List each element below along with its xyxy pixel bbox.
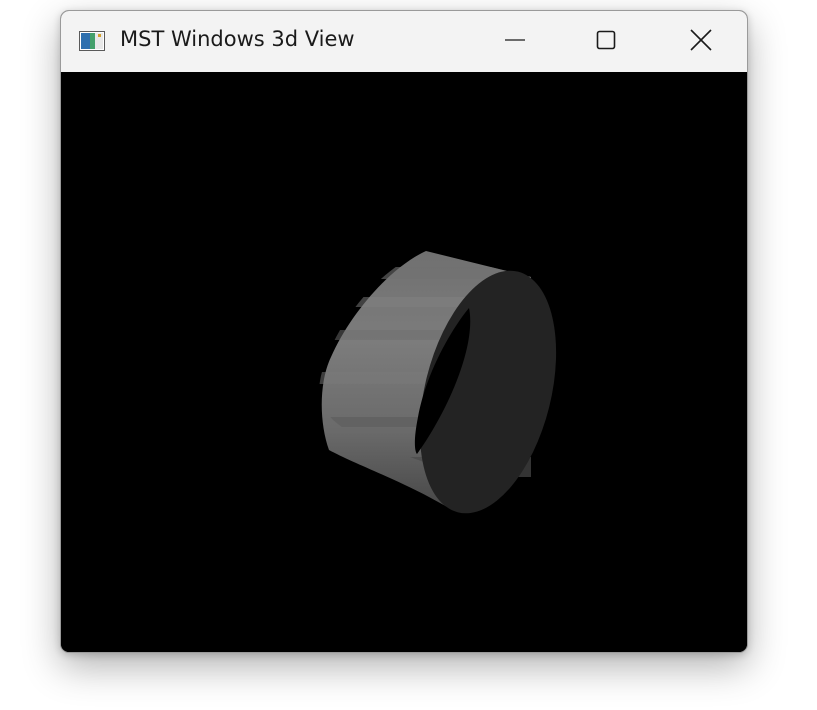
window-title: MST Windows 3d View bbox=[120, 27, 355, 51]
maximize-icon bbox=[596, 30, 616, 54]
3d-viewport[interactable] bbox=[61, 72, 747, 652]
desktop: MST Windows 3d View bbox=[0, 0, 817, 710]
app-window: MST Windows 3d View bbox=[60, 10, 748, 653]
minimize-button[interactable] bbox=[467, 11, 563, 72]
scene-canvas bbox=[319, 251, 557, 514]
app-window-icon bbox=[79, 31, 105, 51]
title-bar[interactable]: MST Windows 3d View bbox=[61, 11, 747, 72]
maximize-button[interactable] bbox=[558, 11, 654, 72]
minimize-icon bbox=[505, 30, 525, 54]
close-button[interactable] bbox=[653, 11, 747, 72]
close-icon bbox=[690, 28, 712, 55]
